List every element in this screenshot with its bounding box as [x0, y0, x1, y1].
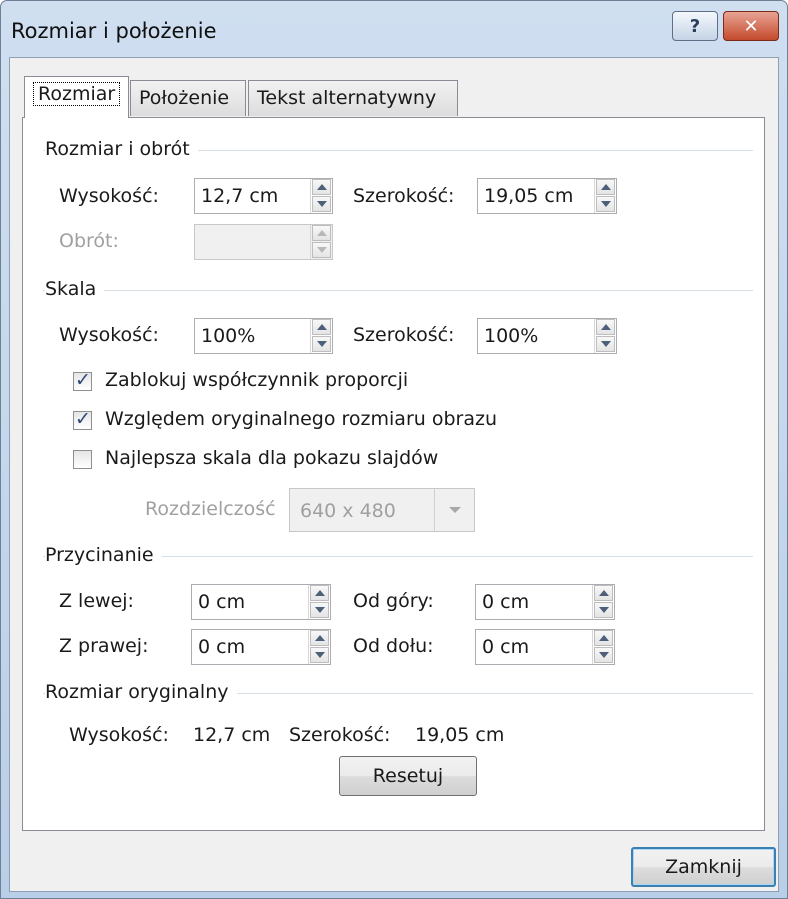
tab-rozmiar[interactable]: Rozmiar — [24, 76, 129, 118]
group-scale-label: Skala — [45, 278, 105, 300]
spin-down-icon[interactable] — [596, 196, 615, 212]
resolution-select[interactable]: 640 x 480 — [289, 488, 475, 532]
group-size-rotate-label: Rozmiar i obrót — [45, 138, 198, 160]
spinner-arrows — [310, 179, 332, 213]
tab-tekst-alternatywny[interactable]: Tekst alternatywny — [248, 80, 458, 116]
scale-width-label: Szerokość: — [353, 324, 455, 346]
size-height-spinner[interactable]: 12,7 cm — [194, 178, 333, 214]
chevron-down-icon[interactable] — [434, 489, 474, 531]
spin-up-icon[interactable] — [312, 179, 331, 195]
close-window-button[interactable]: ✕ — [723, 11, 779, 41]
tab-label: Położenie — [139, 87, 230, 109]
crop-right-spinner[interactable]: 0 cm — [191, 629, 331, 665]
size-width-label: Szerokość: — [353, 185, 455, 207]
spinner-arrows — [594, 319, 616, 353]
crop-bottom-label: Od dołu: — [353, 635, 434, 657]
spinner-arrows — [594, 179, 616, 213]
scale-height-spinner[interactable]: 100% — [194, 318, 333, 354]
resolution-label: Rozdzielczość — [145, 498, 276, 520]
best-scale-checkbox[interactable] — [73, 450, 92, 469]
close-icon: ✕ — [743, 15, 759, 37]
scale-height-label: Wysokość: — [59, 324, 159, 346]
crop-top-value: 0 cm — [482, 591, 530, 613]
checkmark-icon: ✓ — [75, 369, 91, 391]
scale-width-spinner[interactable]: 100% — [477, 318, 617, 354]
crop-right-value: 0 cm — [198, 636, 246, 658]
spin-up-icon[interactable] — [312, 225, 331, 241]
spin-up-icon[interactable] — [310, 630, 329, 646]
scale-height-value: 100% — [201, 325, 256, 347]
group-original-label: Rozmiar oryginalny — [45, 681, 237, 703]
size-width-value: 19,05 cm — [484, 185, 574, 207]
spin-down-icon[interactable] — [312, 196, 331, 212]
spinner-arrows — [592, 585, 614, 619]
tab-label: Tekst alternatywny — [257, 87, 437, 109]
help-icon: ? — [689, 15, 701, 37]
spinner-arrows — [308, 585, 330, 619]
spin-up-icon[interactable] — [594, 630, 613, 646]
close-button[interactable]: Zamknij — [631, 847, 776, 887]
lock-aspect-checkbox[interactable]: ✓ — [73, 369, 92, 391]
lock-aspect-label[interactable]: Zablokuj współczynnik proporcji — [105, 369, 408, 391]
window-title: Rozmiar i położenie — [11, 19, 217, 43]
tab-panel-rozmiar: Rozmiar i obrót Wysokość: 12,7 cm Szerok… — [22, 117, 765, 831]
spinner-arrows — [310, 319, 332, 353]
spin-up-icon[interactable] — [594, 585, 613, 601]
spin-up-icon[interactable] — [596, 179, 615, 195]
crop-top-label: Od góry: — [353, 590, 434, 612]
rotation-label: Obrót: — [59, 230, 119, 252]
tab-label: Rozmiar — [33, 82, 121, 106]
spinner-arrows — [308, 630, 330, 664]
size-height-label: Wysokość: — [59, 185, 159, 207]
spin-up-icon[interactable] — [312, 319, 331, 335]
spin-down-icon[interactable] — [594, 647, 613, 663]
scale-width-value: 100% — [484, 325, 539, 347]
original-height-label: Wysokość: — [69, 724, 169, 746]
spinner-arrows — [310, 225, 332, 259]
title-bar[interactable]: Rozmiar i położenie ? ✕ — [1, 1, 787, 57]
group-divider — [43, 290, 753, 291]
reset-button-label: Resetuj — [372, 765, 444, 787]
dialog-client-area: Rozmiar Położenie Tekst alternatywny Roz… — [9, 57, 779, 892]
spin-down-icon[interactable] — [312, 242, 331, 258]
resolution-value: 640 x 480 — [300, 500, 396, 522]
crop-bottom-spinner[interactable]: 0 cm — [475, 629, 615, 665]
crop-bottom-value: 0 cm — [482, 636, 530, 658]
original-width-value: 19,05 cm — [415, 724, 505, 746]
size-height-value: 12,7 cm — [201, 185, 279, 207]
tab-polozenie[interactable]: Położenie — [130, 80, 246, 116]
original-height-value: 12,7 cm — [193, 724, 271, 746]
spin-up-icon[interactable] — [310, 585, 329, 601]
checkmark-icon: ✓ — [75, 408, 91, 430]
spin-down-icon[interactable] — [594, 602, 613, 618]
help-button[interactable]: ? — [672, 11, 718, 41]
group-crop-label: Przycinanie — [45, 544, 162, 566]
relative-original-label[interactable]: Względem oryginalnego rozmiaru obrazu — [105, 408, 497, 430]
relative-original-checkbox[interactable]: ✓ — [73, 408, 92, 430]
spinner-arrows — [592, 630, 614, 664]
original-width-label: Szerokość: — [289, 724, 391, 746]
spin-down-icon[interactable] — [596, 336, 615, 352]
spin-down-icon[interactable] — [310, 647, 329, 663]
crop-left-label: Z lewej: — [59, 590, 134, 612]
dialog-window: Rozmiar i położenie ? ✕ Rozmiar Położeni… — [0, 0, 788, 899]
rotation-spinner[interactable] — [194, 224, 333, 260]
crop-left-value: 0 cm — [198, 591, 246, 613]
spin-up-icon[interactable] — [596, 319, 615, 335]
crop-right-label: Z prawej: — [59, 635, 149, 657]
close-button-label: Zamknij — [665, 856, 742, 878]
size-width-spinner[interactable]: 19,05 cm — [477, 178, 617, 214]
spin-down-icon[interactable] — [312, 336, 331, 352]
spin-down-icon[interactable] — [310, 602, 329, 618]
crop-left-spinner[interactable]: 0 cm — [191, 584, 331, 620]
reset-button[interactable]: Resetuj — [339, 756, 477, 796]
best-scale-label[interactable]: Najlepsza skala dla pokazu slajdów — [105, 447, 438, 469]
crop-top-spinner[interactable]: 0 cm — [475, 584, 615, 620]
